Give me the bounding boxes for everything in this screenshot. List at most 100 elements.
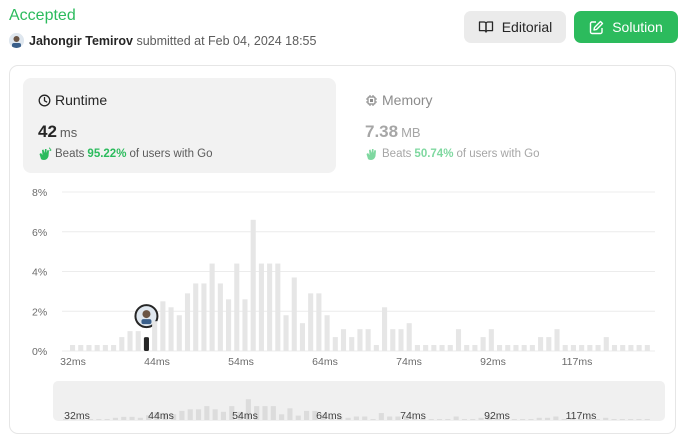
solution-button[interactable]: Solution xyxy=(574,11,678,43)
chart-bar[interactable] xyxy=(620,345,626,351)
chart-bar[interactable] xyxy=(152,321,158,351)
submitted-time: submitted at Feb 04, 2024 18:55 xyxy=(136,34,317,48)
chart-bar[interactable] xyxy=(472,345,478,351)
chart-bar[interactable] xyxy=(217,283,223,351)
chart-bar[interactable] xyxy=(480,337,486,351)
minimap-tick-label: 74ms xyxy=(400,410,426,421)
submitter-name[interactable]: Jahongir Temirov xyxy=(29,34,133,48)
chart-bar[interactable] xyxy=(390,329,396,351)
chart-bar[interactable] xyxy=(119,337,125,351)
chart-bar[interactable] xyxy=(184,293,191,351)
chart-bar[interactable] xyxy=(340,329,347,351)
chart-bar[interactable] xyxy=(546,337,552,351)
chart-bar[interactable] xyxy=(455,329,462,351)
chart-bar[interactable] xyxy=(299,323,306,351)
user-avatar-body xyxy=(141,319,152,325)
chart-bar[interactable] xyxy=(513,345,519,351)
chart-bar[interactable] xyxy=(439,345,445,351)
chart-bar[interactable] xyxy=(324,315,330,351)
chart-bar[interactable] xyxy=(193,283,199,351)
minimap-tick-label: 54ms xyxy=(232,410,258,421)
runtime-beats: Beats 95.22% of users with Go xyxy=(38,147,213,161)
chart-bar[interactable] xyxy=(250,219,256,351)
chart-bar[interactable] xyxy=(488,329,494,351)
chart-bar[interactable] xyxy=(611,345,618,351)
chart-bar[interactable] xyxy=(447,345,453,351)
chart-bar[interactable] xyxy=(521,345,527,351)
chart-bar[interactable] xyxy=(275,263,281,351)
chart-bar[interactable] xyxy=(373,345,379,351)
chart-bar[interactable] xyxy=(587,345,593,351)
y-tick-label: 6% xyxy=(32,227,47,239)
minimap-bar xyxy=(262,406,268,420)
user-bar-marker[interactable] xyxy=(143,337,149,351)
chart-bar[interactable] xyxy=(554,329,560,351)
minimap-bar xyxy=(470,419,476,420)
chart-bar[interactable] xyxy=(176,315,182,351)
avatar[interactable] xyxy=(9,33,24,48)
chart-bar[interactable] xyxy=(127,331,133,351)
chart-bar[interactable] xyxy=(414,345,420,351)
chart-bar[interactable] xyxy=(201,283,207,351)
minimap-bar xyxy=(137,417,143,420)
chart-bar[interactable] xyxy=(562,345,568,351)
chart-bar[interactable] xyxy=(570,345,576,351)
chart-bar[interactable] xyxy=(636,345,642,351)
chart-bar[interactable] xyxy=(595,345,601,351)
chart-bar[interactable] xyxy=(423,345,429,351)
minimap-tick-label: 92ms xyxy=(484,410,510,421)
minimap-bar xyxy=(644,419,650,420)
book-icon xyxy=(478,21,493,33)
chart-bar[interactable] xyxy=(135,331,141,351)
chart-bar[interactable] xyxy=(86,345,92,351)
minimap-bar xyxy=(187,409,193,420)
runtime-title: Runtime xyxy=(38,92,107,108)
editorial-button[interactable]: Editorial xyxy=(464,11,566,43)
chart-bar[interactable] xyxy=(603,337,609,351)
chart-bar[interactable] xyxy=(291,277,297,351)
chart-bar[interactable] xyxy=(644,345,650,351)
chart-bar[interactable] xyxy=(316,293,322,351)
chart-bar[interactable] xyxy=(579,345,585,351)
chart-bar[interactable] xyxy=(168,307,174,351)
chart-bar[interactable] xyxy=(464,345,470,351)
minimap-bar xyxy=(511,419,517,420)
memory-label: Memory xyxy=(382,92,433,108)
chart-bar[interactable] xyxy=(357,329,363,351)
x-tick-label: 54ms xyxy=(228,356,254,368)
chart-bar[interactable] xyxy=(242,299,248,351)
y-tick-label: 8% xyxy=(32,187,47,199)
minimap-bar xyxy=(129,416,135,420)
chart-bar[interactable] xyxy=(431,345,437,351)
chart-bar[interactable] xyxy=(365,329,371,351)
chart-bar[interactable] xyxy=(332,337,338,351)
chart-bar[interactable] xyxy=(283,315,289,351)
minimap-bar xyxy=(536,417,542,420)
runtime-beats-label: Beats xyxy=(55,148,85,160)
chart-bar[interactable] xyxy=(349,337,355,351)
chart-bar[interactable] xyxy=(78,345,84,351)
chart-bar[interactable] xyxy=(308,293,314,351)
chart-bar[interactable] xyxy=(160,301,166,351)
chart-bar[interactable] xyxy=(529,345,535,351)
chart-bar[interactable] xyxy=(111,345,117,351)
chart-bar[interactable] xyxy=(209,263,215,351)
chip-icon xyxy=(366,94,377,106)
chart-bar[interactable] xyxy=(267,263,273,351)
chart-bar[interactable] xyxy=(234,263,240,351)
chart-bar[interactable] xyxy=(258,263,264,351)
chart-bar[interactable] xyxy=(382,307,388,351)
chart-bar[interactable] xyxy=(628,345,634,351)
memory-beats-label: Beats xyxy=(382,148,412,160)
chart-bar[interactable] xyxy=(398,329,404,351)
minimap-bar xyxy=(528,419,534,420)
chart-bar[interactable] xyxy=(496,345,503,351)
chart-bar[interactable] xyxy=(70,345,76,351)
chart-bar[interactable] xyxy=(102,345,108,351)
runtime-distribution-chart[interactable]: 8% 6% 4% 2% 0% 32ms 44ms 54ms 64ms 74ms 92ms 117ms xyxy=(0,180,685,380)
chart-bar[interactable] xyxy=(538,337,544,351)
chart-bar[interactable] xyxy=(505,345,511,351)
chart-bar[interactable] xyxy=(226,299,232,351)
chart-bar[interactable] xyxy=(94,345,100,351)
chart-bar[interactable] xyxy=(406,323,412,351)
